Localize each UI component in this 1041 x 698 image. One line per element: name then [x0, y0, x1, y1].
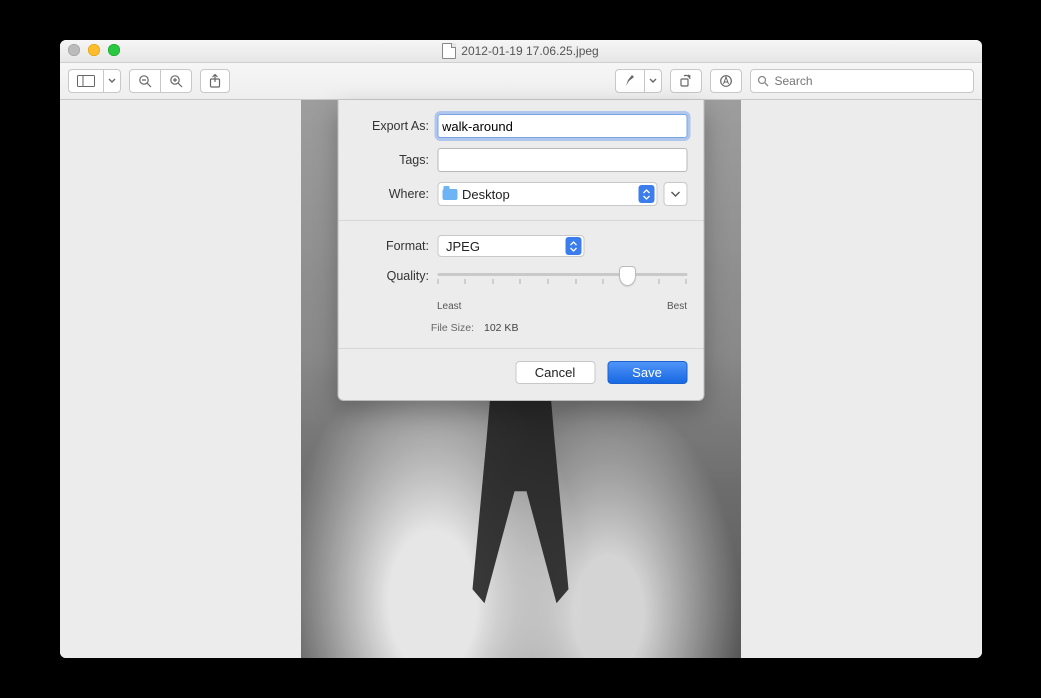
highlight-button[interactable]: [615, 69, 644, 93]
highlight-dropdown[interactable]: [644, 69, 662, 93]
file-size-value: 102 KB: [484, 322, 518, 334]
window-title-text: 2012-01-19 17.06.25.jpeg: [461, 44, 598, 58]
expand-save-panel-button[interactable]: [663, 182, 687, 206]
quality-slider[interactable]: [437, 267, 687, 297]
export-sheet: Export As: Tags: Where: Desktop: [337, 100, 704, 401]
toolbar: [60, 63, 982, 100]
cancel-button[interactable]: Cancel: [515, 361, 595, 384]
where-value: Desktop: [462, 187, 510, 202]
preview-window: 2012-01-19 17.06.25.jpeg: [60, 40, 982, 658]
maximize-window-button[interactable]: [108, 44, 120, 56]
close-window-button[interactable]: [68, 44, 80, 56]
search-input[interactable]: [773, 73, 967, 89]
titlebar: 2012-01-19 17.06.25.jpeg: [60, 40, 982, 63]
search-icon: [757, 75, 769, 87]
document-icon: [442, 43, 456, 59]
quality-best-label: Best: [667, 301, 687, 312]
chevron-updown-icon: [565, 237, 581, 255]
file-size-label: File Size:: [354, 322, 474, 334]
sidebar-view-group: [68, 69, 121, 93]
export-as-label: Export As:: [354, 119, 429, 133]
zoom-in-button[interactable]: [160, 69, 192, 93]
export-as-input[interactable]: [437, 114, 687, 138]
quality-label: Quality:: [354, 267, 429, 283]
format-dropdown[interactable]: JPEG: [437, 235, 584, 257]
share-button[interactable]: [200, 69, 230, 93]
chevron-updown-icon: [638, 185, 654, 203]
markup-group: [615, 69, 662, 93]
sidebar-mode-dropdown[interactable]: [103, 69, 121, 93]
tags-input[interactable]: [437, 148, 687, 172]
where-label: Where:: [354, 187, 429, 201]
tags-label: Tags:: [354, 153, 429, 167]
save-button[interactable]: Save: [607, 361, 687, 384]
minimize-window-button[interactable]: [88, 44, 100, 56]
rotate-button[interactable]: [670, 69, 702, 93]
traffic-lights: [68, 44, 120, 56]
quality-least-label: Least: [437, 301, 461, 312]
zoom-group: [129, 69, 192, 93]
window-title: 2012-01-19 17.06.25.jpeg: [442, 43, 598, 59]
search-field[interactable]: [750, 69, 974, 93]
sidebar-toggle-button[interactable]: [68, 69, 103, 93]
slider-thumb[interactable]: [619, 266, 636, 286]
format-value: JPEG: [446, 239, 480, 254]
folder-icon: [442, 189, 457, 200]
zoom-out-button[interactable]: [129, 69, 160, 93]
format-label: Format:: [354, 239, 429, 253]
content-area: Export As: Tags: Where: Desktop: [60, 100, 982, 658]
where-dropdown[interactable]: Desktop: [437, 182, 657, 206]
annotate-button[interactable]: [710, 69, 742, 93]
